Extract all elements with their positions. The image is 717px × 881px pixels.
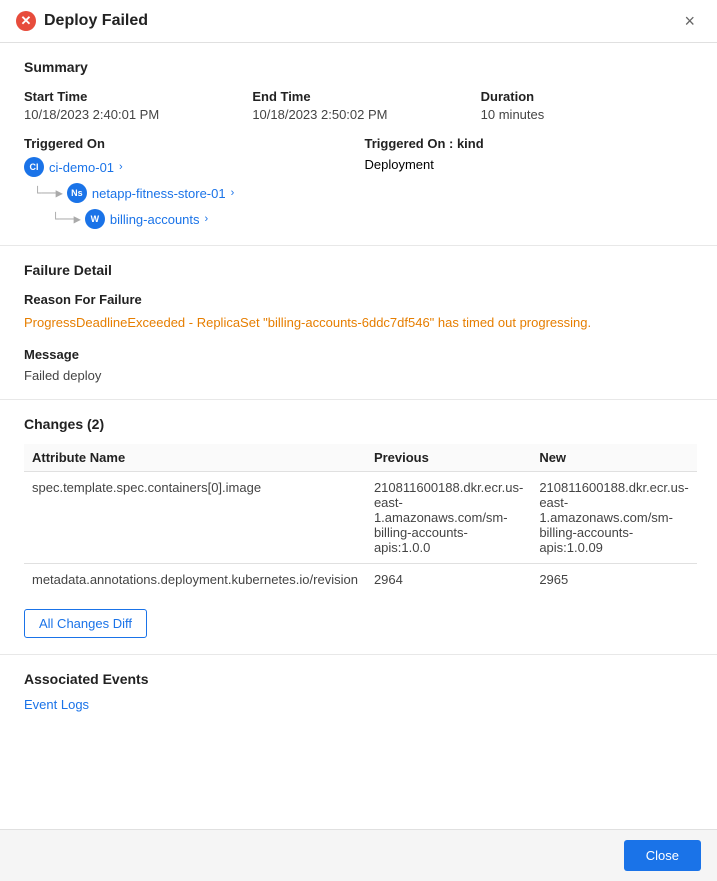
triggered-on-item: Triggered On CI ci-demo-01 › └──▶ [24, 136, 353, 229]
tree-line-2: └──▶ [52, 212, 81, 226]
ns-badge-icon: Ns [67, 183, 87, 203]
start-time-value: 10/18/2023 2:40:01 PM [24, 107, 159, 122]
message-subsection: Message Failed deploy [24, 347, 693, 383]
associated-title: Associated Events [24, 671, 693, 687]
ci-demo-label: ci-demo-01 [49, 160, 114, 175]
netapp-row: └──▶ Ns netapp-fitness-store-01 › [34, 183, 353, 203]
changes-section: Changes (2) Attribute Name Previous New … [0, 400, 717, 655]
close-action-button[interactable]: Close [624, 840, 701, 871]
failure-title: Failure Detail [24, 262, 693, 278]
triggered-tree: CI ci-demo-01 › └──▶ Ns netapp-fitness-s [24, 157, 353, 229]
previous-cell: 2964 [366, 563, 531, 595]
duration-item: Duration 10 minutes [481, 89, 693, 122]
failure-section: Failure Detail Reason For Failure Progre… [0, 246, 717, 400]
triggered-on-label: Triggered On [24, 136, 353, 151]
reason-text: ProgressDeadlineExceeded - ReplicaSet "b… [24, 313, 693, 333]
table-row: metadata.annotations.deployment.kubernet… [24, 563, 697, 595]
tree-line-1: └──▶ [34, 186, 63, 200]
new-cell: 210811600188.dkr.ecr.us-east-1.amazonaws… [531, 471, 696, 563]
new-cell: 2965 [531, 563, 696, 595]
triggered-kind-value: Deployment [365, 157, 434, 172]
end-time-label: End Time [252, 89, 464, 104]
ci-demo-link[interactable]: ci-demo-01 › [49, 160, 123, 175]
duration-value: 10 minutes [481, 107, 545, 122]
end-time-value: 10/18/2023 2:50:02 PM [252, 107, 387, 122]
modal-header: ✕ Deploy Failed × [0, 0, 717, 43]
attr-cell: spec.template.spec.containers[0].image [24, 471, 366, 563]
w-badge-icon: W [85, 209, 105, 229]
end-time-item: End Time 10/18/2023 2:50:02 PM [252, 89, 464, 122]
col-previous: Previous [366, 444, 531, 472]
triggered-kind-item: Triggered On : kind Deployment [365, 136, 694, 229]
ci-chevron-icon: › [119, 161, 123, 173]
modal-title: Deploy Failed [44, 12, 148, 30]
billing-label: billing-accounts [110, 212, 200, 227]
summary-section: Summary Start Time 10/18/2023 2:40:01 PM… [0, 43, 717, 246]
changes-title: Changes (2) [24, 416, 693, 432]
billing-row: └──▶ W billing-accounts › [52, 209, 353, 229]
error-icon: ✕ [16, 11, 36, 31]
modal-footer: Close [0, 829, 717, 881]
triggered-row: Triggered On CI ci-demo-01 › └──▶ [24, 136, 693, 229]
summary-title: Summary [24, 59, 693, 75]
changes-tbody: spec.template.spec.containers[0].image 2… [24, 471, 697, 595]
reason-subsection: Reason For Failure ProgressDeadlineExcee… [24, 292, 693, 333]
all-changes-button[interactable]: All Changes Diff [24, 609, 147, 638]
changes-thead: Attribute Name Previous New [24, 444, 697, 472]
ci-demo-row: CI ci-demo-01 › [24, 157, 353, 177]
triggered-kind-label: Triggered On : kind [365, 136, 694, 151]
netapp-label: netapp-fitness-store-01 [92, 186, 226, 201]
modal-container: ✕ Deploy Failed × Summary Start Time 10/… [0, 0, 717, 881]
previous-cell: 210811600188.dkr.ecr.us-east-1.amazonaws… [366, 471, 531, 563]
col-new: New [531, 444, 696, 472]
message-label: Message [24, 347, 693, 362]
netapp-link[interactable]: netapp-fitness-store-01 › [92, 186, 234, 201]
changes-header-row: Attribute Name Previous New [24, 444, 697, 472]
duration-label: Duration [481, 89, 693, 104]
associated-section: Associated Events Event Logs [0, 655, 717, 728]
event-logs-link[interactable]: Event Logs [24, 697, 89, 712]
modal-body: Summary Start Time 10/18/2023 2:40:01 PM… [0, 43, 717, 829]
title-row: ✕ Deploy Failed [16, 11, 148, 31]
billing-chevron-icon: › [205, 213, 209, 225]
message-text: Failed deploy [24, 368, 693, 383]
reason-label: Reason For Failure [24, 292, 693, 307]
attr-cell: metadata.annotations.deployment.kubernet… [24, 563, 366, 595]
start-time-item: Start Time 10/18/2023 2:40:01 PM [24, 89, 236, 122]
netapp-chevron-icon: › [231, 187, 235, 199]
changes-table: Attribute Name Previous New spec.templat… [24, 444, 697, 595]
close-header-button[interactable]: × [678, 10, 701, 32]
table-row: spec.template.spec.containers[0].image 2… [24, 471, 697, 563]
billing-link[interactable]: billing-accounts › [110, 212, 208, 227]
col-attribute: Attribute Name [24, 444, 366, 472]
start-time-label: Start Time [24, 89, 236, 104]
info-grid: Start Time 10/18/2023 2:40:01 PM End Tim… [24, 89, 693, 122]
ci-badge-icon: CI [24, 157, 44, 177]
